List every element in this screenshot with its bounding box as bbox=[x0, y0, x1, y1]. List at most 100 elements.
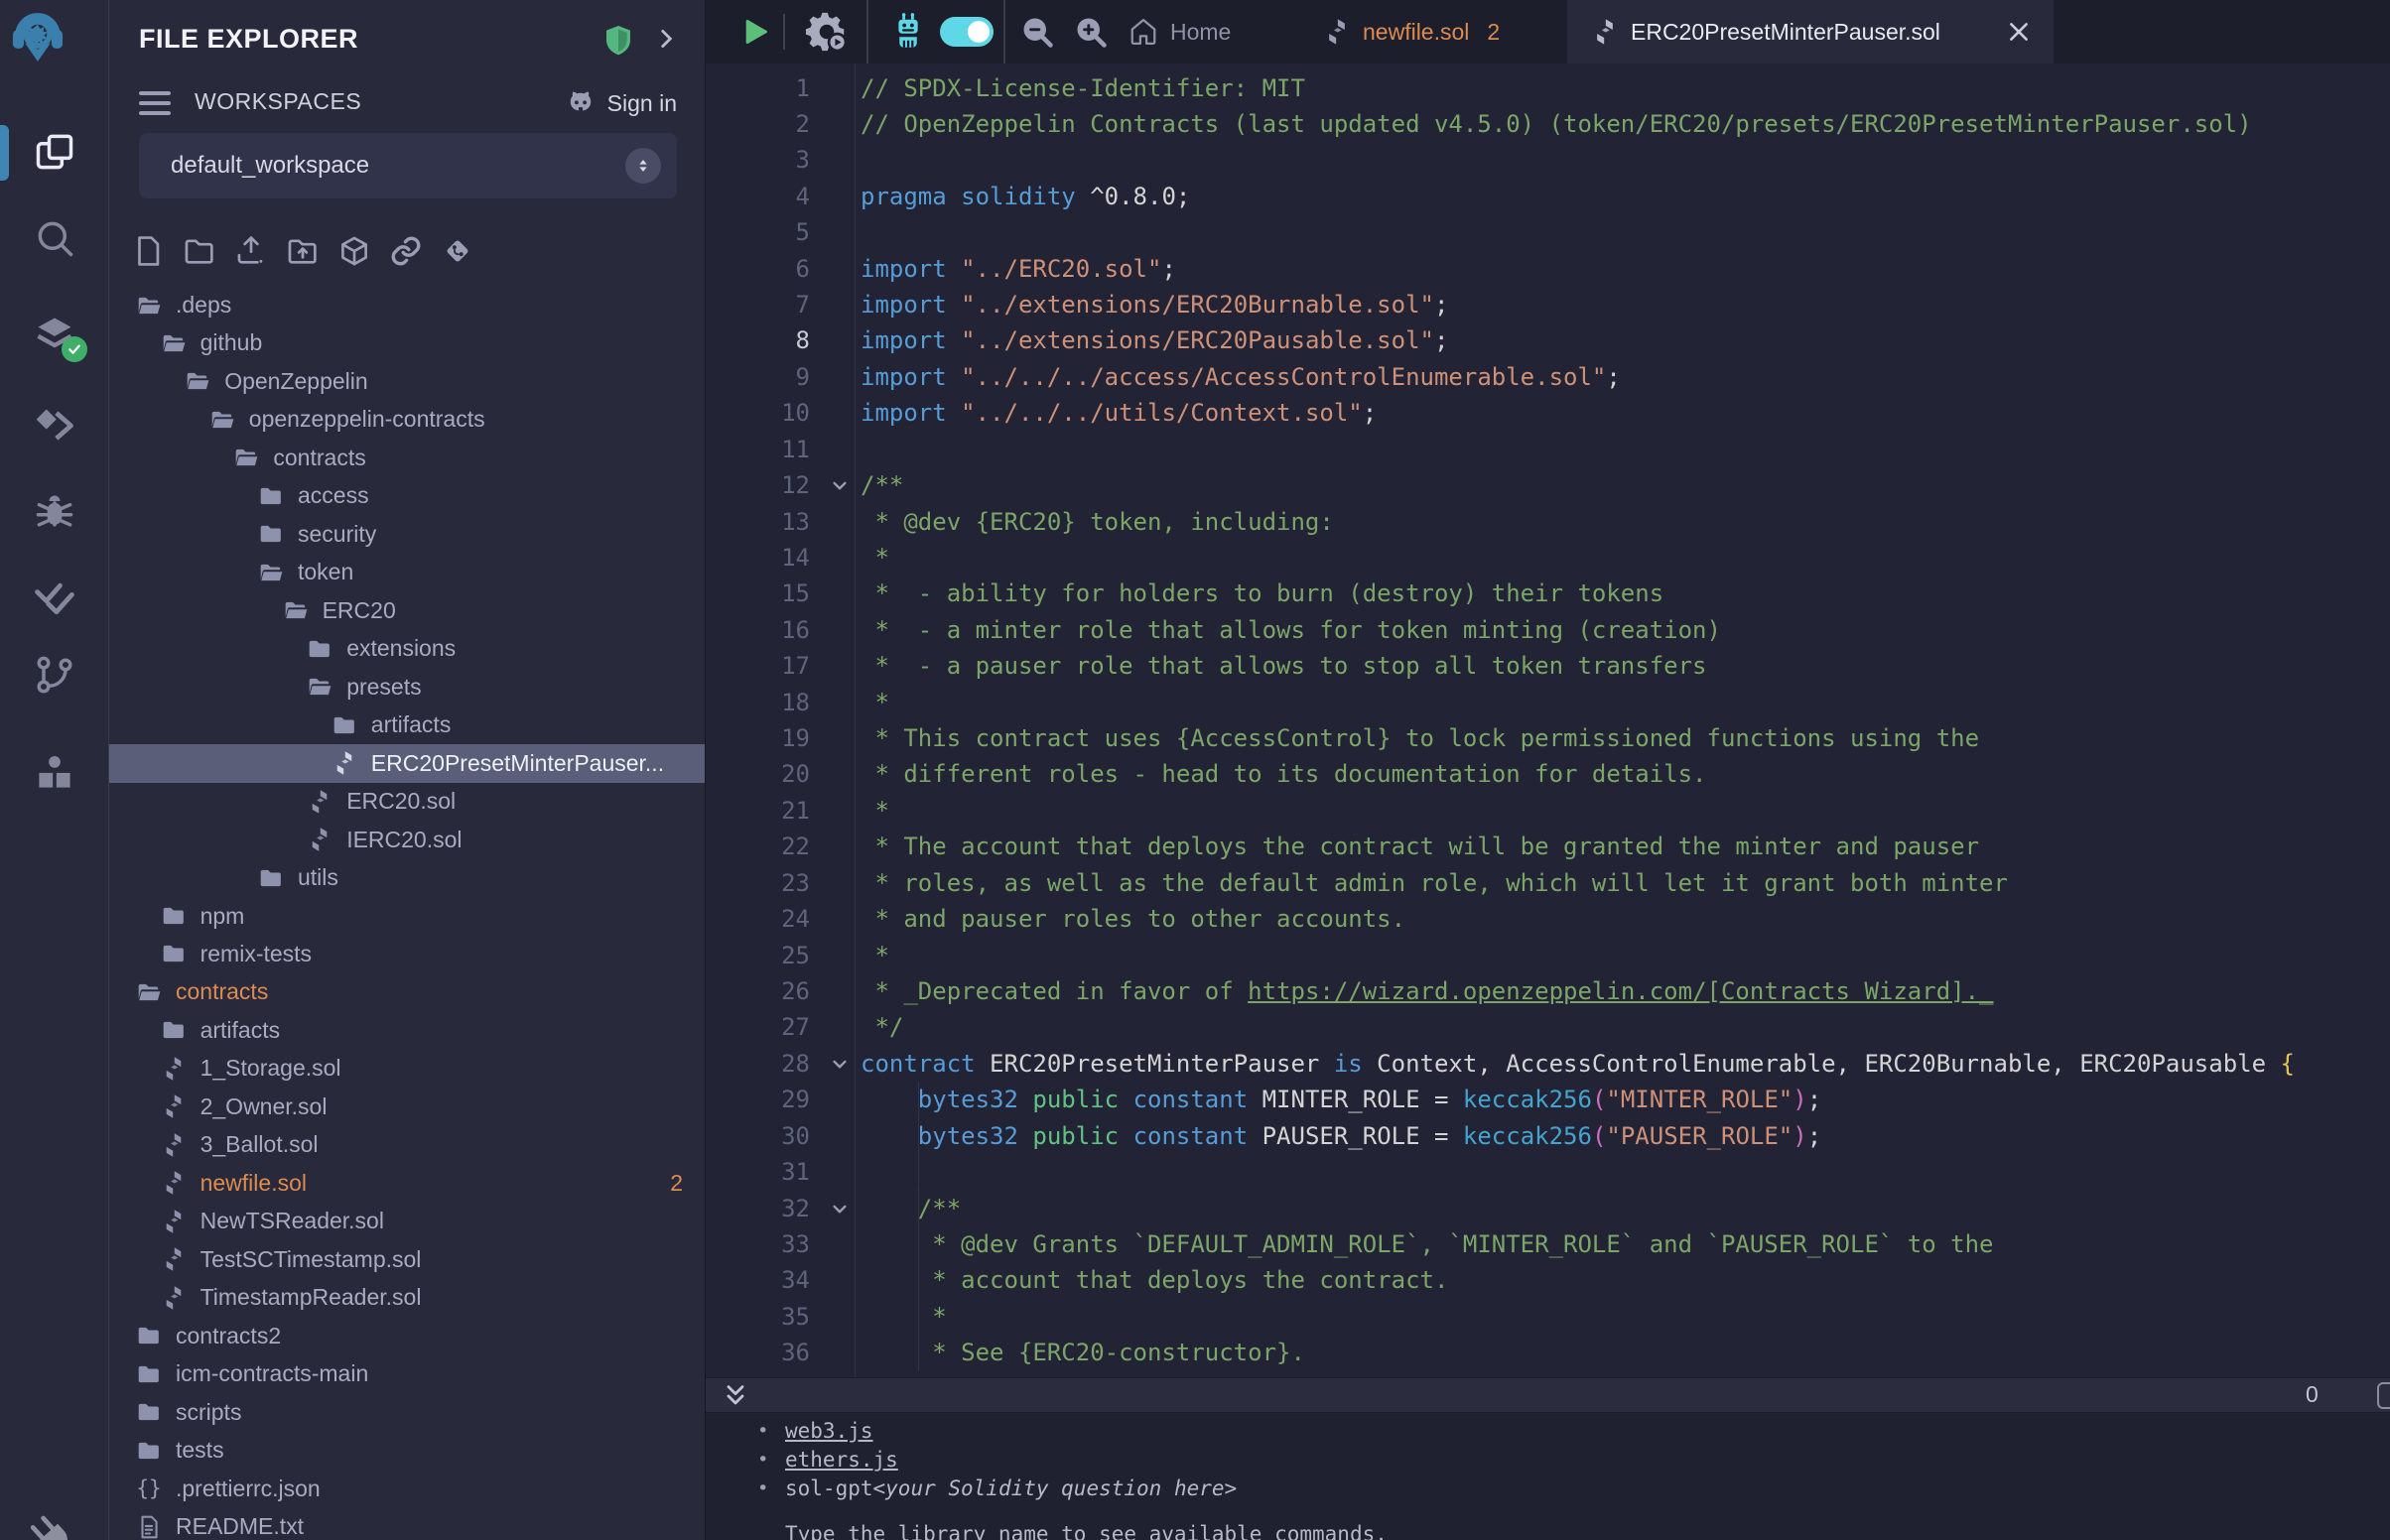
chevron-right-icon[interactable] bbox=[653, 26, 679, 54]
code-line-27[interactable]: 27 */ bbox=[706, 1009, 2390, 1046]
terminal-library-link[interactable]: ethers.js bbox=[785, 1448, 898, 1472]
tree-item-github[interactable]: github bbox=[109, 323, 705, 362]
remix-ai-robot-icon[interactable] bbox=[882, 0, 934, 64]
create-new-file-icon[interactable] bbox=[131, 234, 165, 268]
code-line-12[interactable]: 12/** bbox=[706, 467, 2390, 504]
tree-item-newfile.sol[interactable]: newfile.sol2 bbox=[109, 1164, 705, 1203]
tree-item-utils[interactable]: utils bbox=[109, 858, 705, 897]
code-line-17[interactable]: 17 * - a pauser role that allows to stop… bbox=[706, 648, 2390, 685]
code-line-16[interactable]: 16 * - a minter role that allows for tok… bbox=[706, 611, 2390, 648]
code-line-7[interactable]: 7import "../extensions/ERC20Burnable.sol… bbox=[706, 287, 2390, 323]
workspace-dropdown[interactable]: default_workspace bbox=[139, 133, 677, 198]
code-line-31[interactable]: 31 bbox=[706, 1154, 2390, 1191]
code-line-3[interactable]: 3 bbox=[706, 142, 2390, 179]
tree-item-token[interactable]: token bbox=[109, 553, 705, 591]
code-line-19[interactable]: 19 * This contract uses {AccessControl} … bbox=[706, 720, 2390, 757]
tree-item-TimestampReader.sol[interactable]: TimestampReader.sol bbox=[109, 1278, 705, 1317]
tab-newfile-sol[interactable]: newfile.sol 2 bbox=[1303, 0, 1553, 64]
tab-erc20presetminterpauser-sol[interactable]: ERC20PresetMinterPauser.sol bbox=[1567, 0, 2054, 64]
code-line-24[interactable]: 24 * and pauser roles to other accounts. bbox=[706, 901, 2390, 938]
run-script-button[interactable] bbox=[735, 0, 775, 64]
code-line-30[interactable]: 30 bytes32 public constant PAUSER_ROLE =… bbox=[706, 1117, 2390, 1154]
code-line-13[interactable]: 13 * @dev {ERC20} token, including: bbox=[706, 503, 2390, 540]
publish-to-gist-icon[interactable] bbox=[389, 234, 423, 268]
tree-item-openzeppelin-contracts[interactable]: openzeppelin-contracts bbox=[109, 400, 705, 439]
tree-item-artifacts[interactable]: artifacts bbox=[109, 1011, 705, 1050]
code-line-33[interactable]: 33 * @dev Grants `DEFAULT_ADMIN_ROLE`, `… bbox=[706, 1225, 2390, 1262]
upload-folder-icon[interactable] bbox=[286, 234, 320, 268]
tree-item-tests[interactable]: tests bbox=[109, 1431, 705, 1470]
tree-item-NewTSReader.sol[interactable]: NewTSReader.sol bbox=[109, 1202, 705, 1240]
tree-item-remix-tests[interactable]: remix-tests bbox=[109, 935, 705, 973]
tree-item-icm-contracts-main[interactable]: icm-contracts-main bbox=[109, 1354, 705, 1393]
close-tab-icon[interactable] bbox=[2006, 19, 2032, 45]
search-icon[interactable] bbox=[0, 212, 109, 264]
code-line-4[interactable]: 4pragma solidity ^0.8.0; bbox=[706, 178, 2390, 214]
tree-item-ERC20.sol[interactable]: ERC20.sol bbox=[109, 782, 705, 821]
tree-item-ERC20[interactable]: ERC20 bbox=[109, 591, 705, 630]
zoom-in-icon[interactable] bbox=[1067, 0, 1115, 64]
code-line-22[interactable]: 22 * The account that deploys the contra… bbox=[706, 829, 2390, 865]
git-icon[interactable] bbox=[0, 650, 109, 702]
tree-item-contracts[interactable]: contracts bbox=[109, 972, 705, 1011]
code-line-15[interactable]: 15 * - ability for holders to burn (dest… bbox=[706, 576, 2390, 612]
github-sign-in-button[interactable]: Sign in bbox=[564, 83, 677, 123]
workspaces-menu-icon[interactable] bbox=[139, 91, 171, 115]
code-line-10[interactable]: 10import "../../../utils/Context.sol"; bbox=[706, 395, 2390, 432]
terminal-collapse-icon[interactable] bbox=[722, 1382, 749, 1410]
listen-on-network-checkbox[interactable] bbox=[2377, 1382, 2390, 1409]
tree-item-extensions[interactable]: extensions bbox=[109, 629, 705, 668]
tree-item-ERC20PresetMinterPauser...[interactable]: ERC20PresetMinterPauser... bbox=[109, 744, 705, 783]
tree-item-2_Owner.sol[interactable]: 2_Owner.sol bbox=[109, 1088, 705, 1126]
tree-item-OpenZeppelin[interactable]: OpenZeppelin bbox=[109, 362, 705, 401]
code-line-32[interactable]: 32 /** bbox=[706, 1190, 2390, 1226]
create-new-folder-icon[interactable] bbox=[183, 234, 216, 268]
code-line-6[interactable]: 6import "../ERC20.sol"; bbox=[706, 250, 2390, 287]
code-line-20[interactable]: 20 * different roles - head to its docum… bbox=[706, 756, 2390, 793]
plugin-modules-icon[interactable] bbox=[0, 746, 109, 798]
tree-item-3_Ballot.sol[interactable]: 3_Ballot.sol bbox=[109, 1125, 705, 1164]
fold-chevron-icon[interactable] bbox=[827, 1051, 853, 1077]
plugin-manager-icon[interactable] bbox=[14, 1500, 92, 1540]
code-line-25[interactable]: 25 * bbox=[706, 937, 2390, 973]
code-line-21[interactable]: 21 * bbox=[706, 792, 2390, 829]
tree-item-contracts[interactable]: contracts bbox=[109, 439, 705, 477]
tree-item-security[interactable]: security bbox=[109, 515, 705, 554]
code-line-2[interactable]: 2// OpenZeppelin Contracts (last updated… bbox=[706, 105, 2390, 142]
debugger-icon[interactable] bbox=[0, 486, 109, 538]
code-line-1[interactable]: 1// SPDX-License-Identifier: MIT bbox=[706, 69, 2390, 106]
zoom-out-icon[interactable] bbox=[1013, 0, 1061, 64]
code-line-8[interactable]: 8import "../extensions/ERC20Pausable.sol… bbox=[706, 322, 2390, 359]
code-line-29[interactable]: 29 bytes32 public constant MINTER_ROLE =… bbox=[706, 1082, 2390, 1118]
tree-item-README.txt[interactable]: README.txt bbox=[109, 1507, 705, 1540]
tree-item-1_Storage.sol[interactable]: 1_Storage.sol bbox=[109, 1049, 705, 1088]
code-editor[interactable]: 1// SPDX-License-Identifier: MIT2// Open… bbox=[706, 64, 2390, 1377]
tree-item-contracts2[interactable]: contracts2 bbox=[109, 1317, 705, 1355]
code-line-28[interactable]: 28contract ERC20PresetMinterPauser is Co… bbox=[706, 1045, 2390, 1082]
code-line-34[interactable]: 34 * account that deploys the contract. bbox=[706, 1262, 2390, 1299]
file-explorer-icon[interactable] bbox=[0, 126, 109, 178]
deploy-and-run-icon[interactable] bbox=[0, 400, 109, 451]
tree-item-IERC20.sol[interactable]: IERC20.sol bbox=[109, 821, 705, 859]
remix-logo-icon[interactable] bbox=[12, 8, 64, 64]
tree-item-TestSCTimestamp.sol[interactable]: TestSCTimestamp.sol bbox=[109, 1240, 705, 1279]
code-line-11[interactable]: 11 bbox=[706, 431, 2390, 467]
solidity-unit-testing-icon[interactable] bbox=[0, 573, 109, 624]
fold-chevron-icon[interactable] bbox=[827, 1196, 853, 1221]
tree-item-npm[interactable]: npm bbox=[109, 897, 705, 936]
tree-item-.deps[interactable]: .deps bbox=[109, 286, 705, 324]
code-line-26[interactable]: 26 * _Deprecated in favor of https://wiz… bbox=[706, 973, 2390, 1010]
publish-to-ipfs-icon[interactable] bbox=[337, 234, 371, 268]
tree-item-.prettierrc.json[interactable]: {}.prettierrc.json bbox=[109, 1470, 705, 1508]
code-line-14[interactable]: 14 * bbox=[706, 539, 2390, 576]
tree-item-artifacts[interactable]: artifacts bbox=[109, 706, 705, 744]
tree-item-access[interactable]: access bbox=[109, 476, 705, 515]
code-line-23[interactable]: 23 * roles, as well as the default admin… bbox=[706, 864, 2390, 901]
tree-item-scripts[interactable]: scripts bbox=[109, 1393, 705, 1432]
solidity-compiler-icon[interactable] bbox=[0, 309, 109, 360]
copilot-toggle[interactable] bbox=[940, 17, 994, 47]
terminal-library-link[interactable]: web3.js bbox=[785, 1419, 873, 1443]
clone-git-repository-icon[interactable] bbox=[441, 234, 474, 268]
tab-home[interactable]: Home bbox=[1129, 0, 1231, 64]
code-line-35[interactable]: 35 * bbox=[706, 1298, 2390, 1335]
